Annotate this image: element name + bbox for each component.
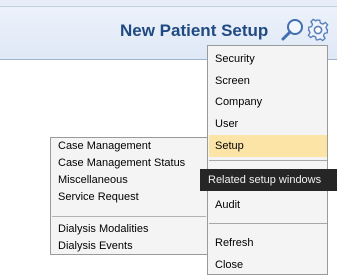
setup-submenu: Case Management Case Management Status M…: [50, 137, 208, 255]
gear-icon: [306, 17, 330, 43]
submenu-item-dialysis-events[interactable]: Dialysis Events: [52, 238, 206, 255]
menu-item-user[interactable]: User: [209, 113, 327, 135]
settings-menu: Security Screen Company User Setup Audit…: [207, 45, 328, 275]
menu-item-close[interactable]: Close: [209, 254, 327, 276]
settings-button[interactable]: [306, 17, 330, 43]
menu-item-setup[interactable]: Setup: [209, 135, 327, 157]
submenu-item-case-management-status[interactable]: Case Management Status: [52, 155, 206, 172]
title-bar-top-strip: [0, 0, 337, 7]
submenu-item-dialysis-modalities[interactable]: Dialysis Modalities: [52, 221, 206, 238]
menu-item-company[interactable]: Company: [209, 91, 327, 113]
menu-item-security[interactable]: Security: [209, 48, 327, 70]
submenu-item-case-management[interactable]: Case Management: [52, 138, 206, 155]
menu-item-audit[interactable]: Audit: [209, 194, 327, 216]
tooltip: Related setup windows: [200, 169, 337, 191]
search-button[interactable]: [281, 18, 305, 42]
page-title: New Patient Setup: [120, 21, 269, 40]
submenu-item-miscellaneous[interactable]: Miscellaneous: [52, 172, 206, 189]
magnifier-icon: [281, 18, 305, 42]
menu-separator: [209, 223, 327, 224]
menu-item-refresh[interactable]: Refresh: [209, 232, 327, 254]
submenu-item-service-request[interactable]: Service Request: [52, 189, 206, 206]
menu-item-screen[interactable]: Screen: [209, 70, 327, 92]
menu-separator: [209, 160, 327, 161]
submenu-separator: [52, 216, 206, 217]
